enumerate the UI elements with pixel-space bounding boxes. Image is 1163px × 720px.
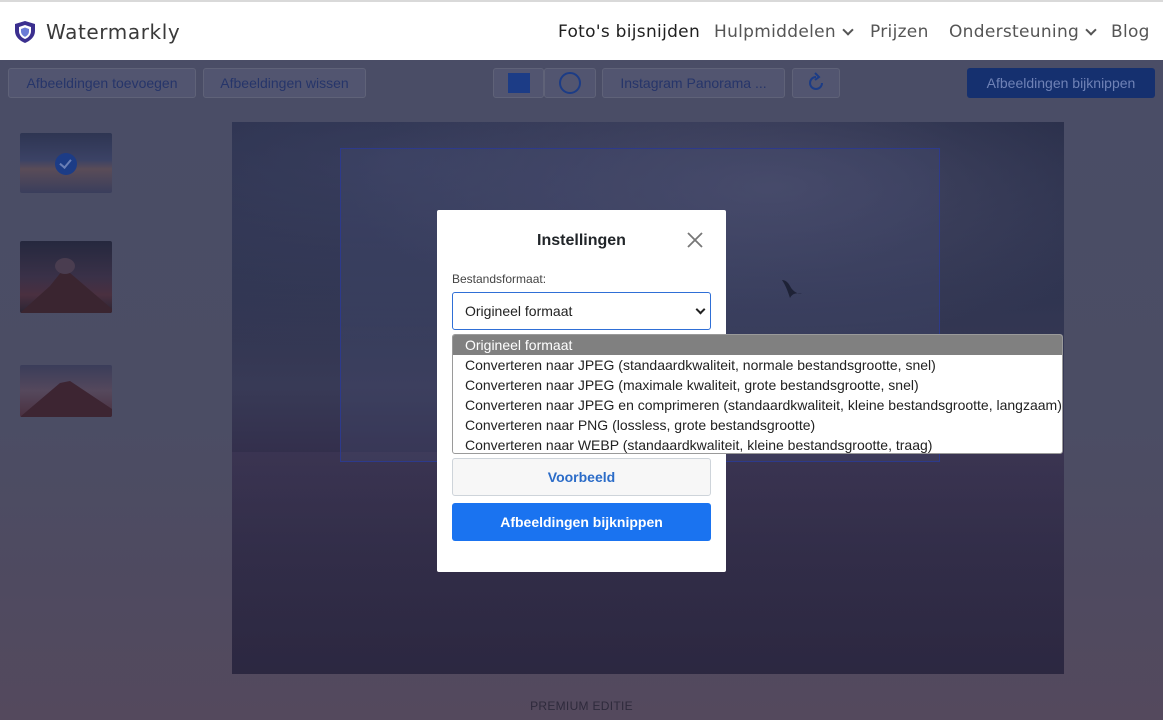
check-icon [55, 153, 77, 175]
circle-icon [559, 72, 581, 94]
nav-tools[interactable]: Hulpmiddelen [714, 22, 854, 42]
format-option[interactable]: Converteren naar JPEG en comprimeren (st… [453, 395, 1062, 415]
close-icon[interactable] [685, 230, 705, 250]
add-images-button[interactable]: Afbeeldingen toevoegen [8, 68, 196, 98]
dialog-title: Instellingen [537, 232, 626, 249]
format-option[interactable]: Converteren naar PNG (lossless, grote be… [453, 415, 1062, 435]
volcano-thumbnail-graphic [20, 258, 112, 313]
aspect-ratio-select[interactable]: Instagram Panorama ... [602, 68, 785, 98]
circle-shape-button[interactable] [544, 68, 596, 98]
preview-button[interactable]: Voorbeeld [452, 458, 711, 496]
nav-label: Prijzen [870, 22, 929, 42]
format-option[interactable]: Converteren naar JPEG (standaardkwalitei… [453, 355, 1062, 375]
rectangle-shape-button[interactable] [493, 68, 544, 98]
nav-label: Foto's bijsnijden [558, 22, 701, 42]
top-navigation: Watermarkly Foto's bijsnijden Hulpmiddel… [0, 0, 1163, 60]
chevron-down-icon [1085, 23, 1097, 36]
rotate-button[interactable] [792, 68, 840, 98]
file-format-options: Origineel formaat Converteren naar JPEG … [452, 334, 1063, 454]
square-icon [507, 73, 530, 93]
chevron-down-icon [842, 23, 854, 36]
nav-crop-photos[interactable]: Foto's bijsnijden [558, 22, 700, 42]
nav-support[interactable]: Ondersteuning [949, 22, 1097, 42]
rotate-icon [809, 72, 823, 90]
nav-pricing[interactable]: Prijzen [870, 22, 929, 42]
nav-label: Blog [1111, 22, 1150, 42]
brand-logo[interactable]: Watermarkly [14, 20, 180, 44]
nav-label: Hulpmiddelen [714, 22, 836, 42]
format-option[interactable]: Converteren naar WEBP (standaardkwalitei… [453, 435, 1062, 453]
crop-images-button[interactable]: Afbeeldingen bijknippen [452, 503, 711, 541]
nav-blog[interactable]: Blog [1111, 22, 1150, 42]
file-format-value: Origineel formaat [465, 303, 573, 319]
nav-label: Ondersteuning [949, 22, 1080, 42]
chevron-down-icon [695, 304, 706, 315]
mountain-thumbnail-graphic [20, 381, 112, 417]
bird-graphic [782, 280, 802, 298]
clear-images-button[interactable]: Afbeeldingen wissen [203, 68, 366, 98]
file-format-select[interactable]: Origineel formaat [452, 292, 711, 330]
edition-label: PREMIUM EDITIE [530, 699, 633, 713]
format-option[interactable]: Origineel formaat [453, 335, 1062, 355]
crop-images-toolbar-button[interactable]: Afbeeldingen bijknippen [967, 68, 1155, 98]
file-format-label: Bestandsformaat: [452, 272, 547, 286]
thumbnail-image[interactable] [20, 365, 112, 417]
format-option[interactable]: Converteren naar JPEG (maximale kwalitei… [453, 375, 1062, 395]
brand-name: Watermarkly [46, 20, 181, 44]
thumbnail-image[interactable] [20, 133, 112, 193]
shield-icon [15, 21, 35, 43]
thumbnail-image[interactable] [20, 241, 112, 313]
